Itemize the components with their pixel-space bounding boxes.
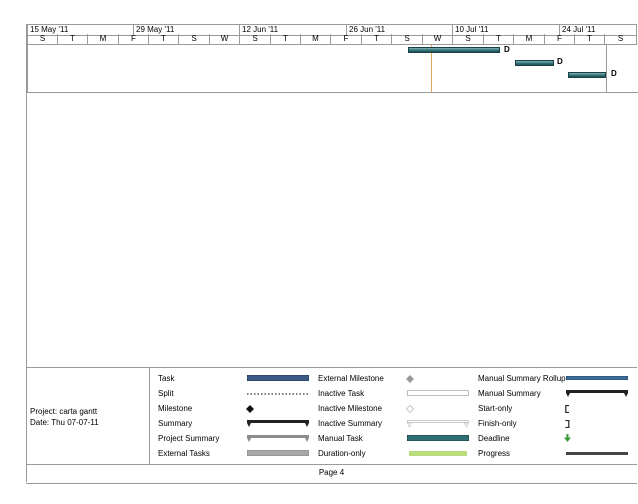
inactive-task-symbol	[407, 390, 469, 396]
legend-label-deadline: Deadline	[478, 434, 510, 443]
timescale-day-cell: T	[270, 34, 300, 44]
timescale-day-cell: M	[300, 34, 330, 44]
task-bar[interactable]	[515, 60, 554, 66]
timescale-day-cell: T	[148, 34, 178, 44]
inactive-summary-symbol	[407, 420, 469, 428]
timescale-day-cell: F	[330, 34, 361, 44]
timescale-day-cell: S	[239, 34, 270, 44]
timescale-day-cell: W	[209, 34, 239, 44]
timescale-day-cell: T	[483, 34, 513, 44]
manual-summary-symbol	[566, 390, 628, 397]
chart-page-break	[606, 45, 607, 92]
timescale-day-cell: F	[118, 34, 148, 44]
legend-divider	[149, 368, 150, 464]
summary-symbol	[247, 420, 309, 427]
timescale-day-cell: M	[87, 34, 118, 44]
legend-label-manual-summary-rollup: Manual Summary Rollup	[478, 374, 566, 383]
start-only-bracket-icon	[565, 405, 569, 413]
timescale-day-cell: S	[452, 34, 483, 44]
legend-label-manual-task: Manual Task	[318, 434, 363, 443]
legend-label-inactive-task: Inactive Task	[318, 389, 365, 398]
legend-label-finish-only: Finish-only	[478, 419, 517, 428]
progress-symbol	[566, 452, 628, 455]
legend-label-progress: Progress	[478, 449, 511, 458]
timescale-day-cell: S	[178, 34, 209, 44]
project-info: Project: carta gantt Date: Thu 07-07-11	[30, 406, 99, 428]
manual-summary-rollup-symbol	[566, 376, 628, 380]
manual-task-symbol	[407, 435, 469, 441]
project-summary-symbol	[247, 435, 309, 442]
deadline-arrow-icon	[564, 434, 571, 442]
legend-label-manual-summary: Manual Summary	[478, 389, 541, 398]
finish-only-bracket-icon	[565, 420, 570, 428]
legend-label-split: Split	[158, 389, 174, 398]
task-bar[interactable]	[408, 47, 500, 53]
timescale-day-cell: T	[574, 34, 604, 44]
task-bar-label: D	[504, 45, 510, 54]
task-bar[interactable]	[568, 72, 606, 78]
timescale-day-cell: W	[422, 34, 452, 44]
legend-label-summary: Summary	[158, 419, 193, 428]
task-symbol	[247, 375, 309, 381]
inactive-milestone-diamond-icon	[406, 405, 414, 413]
split-symbol	[247, 393, 309, 395]
external-milestone-diamond-icon	[406, 375, 414, 383]
timescale-header: 15 May '11 29 May '11 12 Jun '11 26 Jun …	[27, 24, 637, 45]
legend-label-duration-only: Duration-only	[318, 449, 366, 458]
legend-label-start-only: Start-only	[478, 404, 513, 413]
timescale-day-cell: T	[361, 34, 391, 44]
legend-label-inactive-summary: Inactive Summary	[318, 419, 383, 428]
timescale-minor-row: S T M F T S W S T M F T S W S T M F T S	[27, 34, 637, 45]
legend-label-milestone: Milestone	[158, 404, 193, 413]
legend-label-task: Task	[158, 374, 175, 383]
project-name: Project: carta gantt	[30, 407, 98, 416]
footer-divider	[26, 464, 637, 465]
legend-box: Project: carta gantt Date: Thu 07-07-11 …	[26, 367, 637, 484]
legend-label-inactive-milestone: Inactive Milestone	[318, 404, 383, 413]
task-bar-label: D	[611, 69, 617, 78]
project-date: Date: Thu 07-07-11	[30, 418, 99, 427]
task-bar-label: D	[557, 57, 563, 66]
page-number: Page 4	[318, 468, 345, 477]
timescale-day-cell: S	[604, 34, 637, 44]
timescale-day-cell: S	[27, 34, 57, 44]
timescale-day-cell: M	[513, 34, 544, 44]
timescale-day-cell: T	[57, 34, 87, 44]
gantt-chart-area: D D D	[27, 45, 638, 93]
legend-label-project-summary: Project Summary	[158, 434, 220, 443]
gantt-page: 15 May '11 29 May '11 12 Jun '11 26 Jun …	[0, 0, 638, 504]
duration-only-symbol	[409, 451, 467, 456]
external-tasks-symbol	[247, 450, 309, 456]
timescale-day-cell: S	[391, 34, 422, 44]
timescale-day-cell: F	[544, 34, 574, 44]
milestone-diamond-icon	[246, 405, 254, 413]
legend-label-external-milestone: External Milestone	[318, 374, 384, 383]
legend-label-external-tasks: External Tasks	[158, 449, 210, 458]
